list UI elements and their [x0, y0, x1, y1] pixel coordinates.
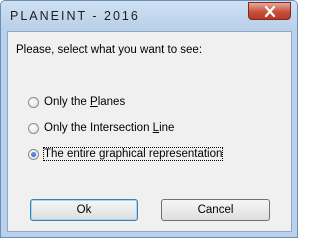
option-label-only-intersection-line: Only the Intersection Line — [44, 122, 175, 134]
window-title: PLANEINT - 2016 — [10, 9, 140, 23]
prompt-text: Please, select what you want to see: — [16, 44, 203, 56]
option-label-only-planes: Only the Planes — [44, 96, 126, 108]
option-only-intersection-line[interactable]: Only the Intersection Line — [28, 120, 222, 136]
radio-only-intersection-line[interactable] — [28, 122, 39, 134]
radio-entire-representation[interactable] — [28, 148, 39, 160]
option-entire-representation[interactable]: The entire graphical representation — [28, 146, 224, 162]
option-only-planes[interactable]: Only the Planes — [28, 94, 222, 110]
cancel-button[interactable]: Cancel — [161, 199, 270, 221]
view-options: Only the Planes Only the Intersection Li… — [28, 94, 224, 172]
close-button[interactable] — [248, 2, 291, 20]
ok-button[interactable]: Ok — [30, 199, 138, 221]
title-bar[interactable]: PLANEINT - 2016 — [1, 1, 297, 31]
radio-only-planes[interactable] — [28, 96, 39, 108]
close-icon — [264, 6, 276, 17]
option-label-entire-representation: The entire graphical representation — [42, 147, 224, 161]
dialog-content: Please, select what you want to see: Onl… — [7, 31, 292, 232]
dialog-window: PLANEINT - 2016 Please, select what you … — [0, 0, 298, 238]
